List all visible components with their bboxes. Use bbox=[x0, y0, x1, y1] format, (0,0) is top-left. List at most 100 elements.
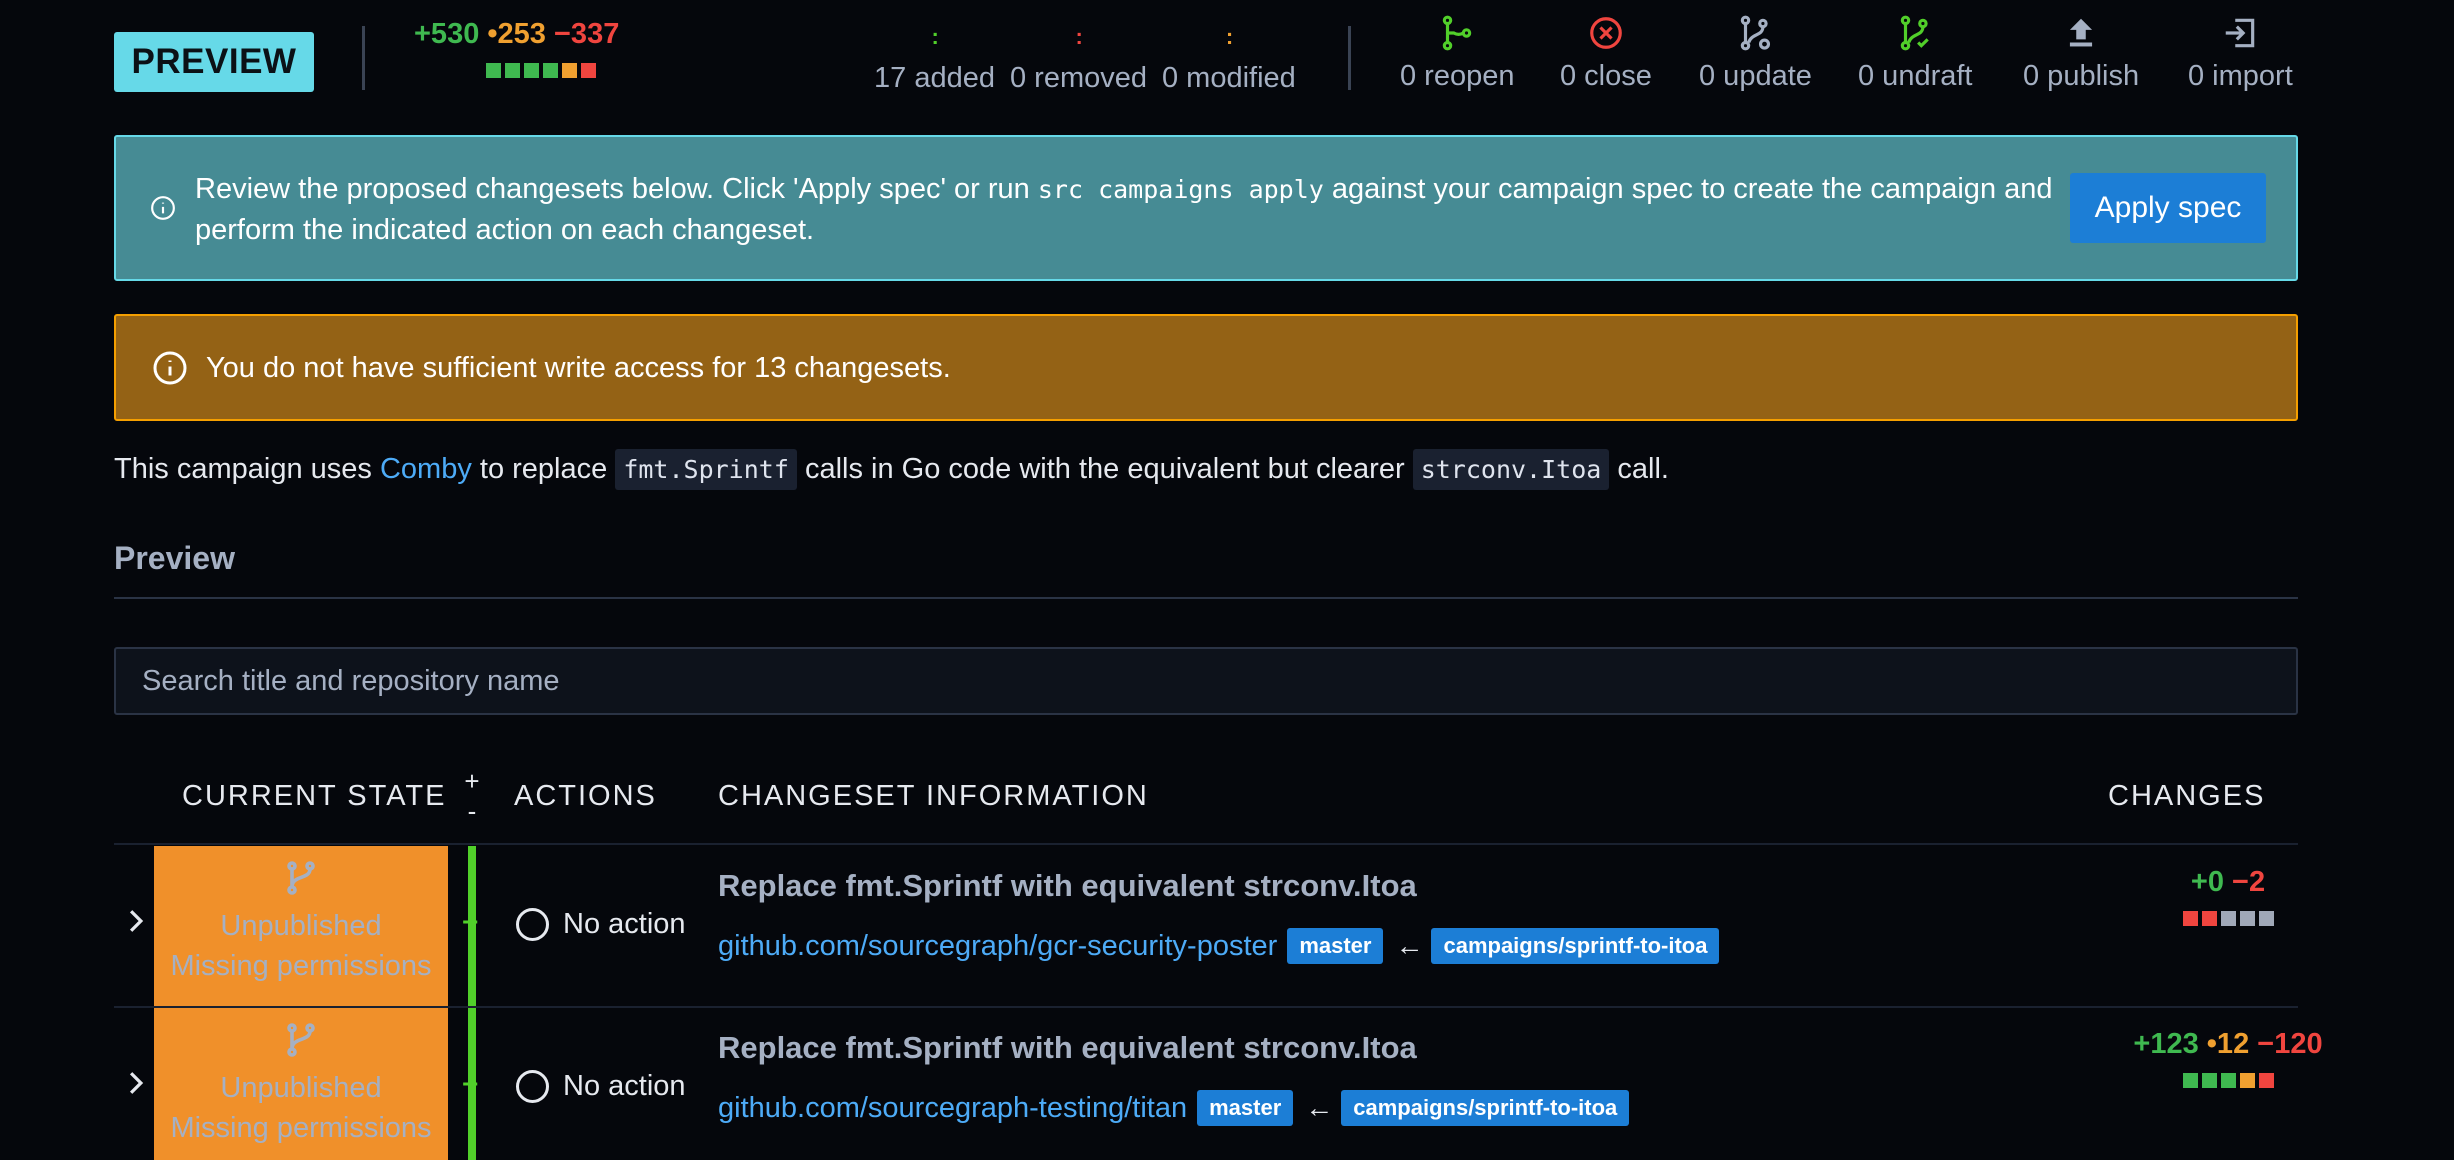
apply-info-alert: Review the proposed changesets below. Cl… bbox=[114, 135, 2298, 281]
repo-link[interactable]: github.com/sourcegraph-testing/titan bbox=[718, 1092, 1187, 1125]
preview-badge: PREVIEW bbox=[114, 32, 314, 92]
modified-count: : 0 modified bbox=[1162, 8, 1296, 95]
state-label: Unpublished bbox=[220, 1072, 382, 1104]
row-deleted: −120 bbox=[2257, 1028, 2323, 1060]
diffstat-square bbox=[2182, 1073, 2198, 1088]
row-changed: •12 bbox=[2206, 1028, 2250, 1060]
diffstat-square bbox=[2220, 1073, 2236, 1088]
description-text: This campaign uses bbox=[114, 453, 380, 485]
state-sublabel: Missing permissions bbox=[170, 950, 432, 982]
row-deleted: −2 bbox=[2232, 866, 2266, 898]
modified-indicator-icon: : bbox=[1225, 24, 1234, 49]
state-badge: Unpublished Missing permissions bbox=[154, 846, 448, 1006]
diffstat-changed: •253 bbox=[487, 18, 546, 50]
row-diffstat: +123 •12 −120 bbox=[2078, 1028, 2378, 1088]
changeset-repo: github.com/sourcegraph/gcr-security-post… bbox=[718, 928, 1720, 964]
undraft-label: 0 undraft bbox=[1858, 60, 1973, 92]
state-badge: Unpublished Missing permissions bbox=[154, 1008, 448, 1160]
row-added: +0 bbox=[2190, 866, 2224, 898]
row-diffstat-squares bbox=[2128, 911, 2328, 926]
row-diffstat: +0 −2 bbox=[2128, 866, 2328, 926]
undraft-stat: 0 undraft bbox=[1858, 14, 1972, 93]
preview-header: PREVIEW +530 •253 −337 : 17 added : 0 re… bbox=[0, 0, 2454, 120]
expand-chevron-icon[interactable] bbox=[126, 908, 146, 942]
close-stat: 0 close bbox=[1560, 14, 1652, 93]
arrow-left-icon: ← bbox=[1305, 1092, 1334, 1123]
delta-plus: + bbox=[462, 1068, 479, 1099]
publish-stat: 0 publish bbox=[2023, 14, 2139, 93]
info-inline-code: src campaigns apply bbox=[1037, 175, 1324, 204]
import-label: 0 import bbox=[2188, 60, 2293, 92]
changeset-repo: github.com/sourcegraph-testing/titan mas… bbox=[718, 1090, 1630, 1126]
base-branch-badge: master bbox=[1287, 928, 1384, 964]
info-icon bbox=[150, 195, 176, 228]
diffstat-squares bbox=[486, 63, 654, 78]
action-label: No action bbox=[563, 908, 686, 940]
diffstat-square bbox=[486, 63, 501, 78]
warning-text: You do not have sufficient write access … bbox=[206, 352, 951, 384]
no-action-circle-icon bbox=[516, 1070, 549, 1103]
comby-link[interactable]: Comby bbox=[380, 453, 472, 485]
upload-icon bbox=[2023, 14, 2139, 60]
permissions-warning-alert: You do not have sufficient write access … bbox=[114, 314, 2298, 421]
modified-label: 0 modified bbox=[1162, 62, 1296, 94]
inline-code-sprintf: fmt.Sprintf bbox=[615, 449, 797, 490]
diffstat-square bbox=[2220, 911, 2236, 926]
added-indicator-icon: : bbox=[931, 24, 939, 49]
git-branch-icon bbox=[154, 860, 448, 906]
apply-spec-button[interactable]: Apply spec bbox=[2070, 173, 2266, 243]
import-icon bbox=[2188, 14, 2293, 60]
delta-plus: + bbox=[462, 906, 479, 937]
diffstat-square bbox=[562, 63, 577, 78]
git-update-icon bbox=[1699, 14, 1812, 60]
changeset-title: Replace fmt.Sprintf with equivalent strc… bbox=[718, 868, 1417, 903]
header-divider bbox=[362, 26, 365, 90]
update-stat: 0 update bbox=[1699, 14, 1812, 93]
row-divider bbox=[114, 843, 2298, 845]
description-text: to replace bbox=[471, 453, 616, 485]
diffstat-square bbox=[2201, 1073, 2217, 1088]
action-label: No action bbox=[563, 1070, 686, 1102]
diffstat-added: +530 bbox=[414, 18, 480, 50]
state-label: Unpublished bbox=[220, 910, 382, 942]
diffstat-square bbox=[2182, 911, 2198, 926]
base-branch-badge: master bbox=[1197, 1090, 1294, 1126]
header-delta: + - bbox=[462, 766, 482, 826]
campaign-description: This campaign uses Comby to replace fmt.… bbox=[114, 449, 1669, 490]
info-text-part: Review the proposed changesets below. Cl… bbox=[195, 173, 1038, 205]
head-branch-badge: campaigns/sprintf-to-itoa bbox=[1341, 1090, 1630, 1126]
header-actions: ACTIONS bbox=[514, 780, 657, 812]
head-branch-badge: campaigns/sprintf-to-itoa bbox=[1431, 928, 1720, 964]
diffstat-square bbox=[543, 63, 558, 78]
diffstat-square bbox=[505, 63, 520, 78]
added-label: 17 added bbox=[874, 62, 995, 94]
header-divider bbox=[1348, 26, 1351, 90]
expand-chevron-icon[interactable] bbox=[126, 1070, 146, 1104]
git-undraft-icon bbox=[1858, 14, 1972, 60]
header-plus: + bbox=[464, 766, 480, 796]
action-cell: No action bbox=[516, 1070, 686, 1103]
description-text: call. bbox=[1609, 453, 1669, 485]
section-title: Preview bbox=[114, 540, 235, 576]
diffstat-square bbox=[2239, 1073, 2255, 1088]
info-icon bbox=[152, 350, 188, 393]
removed-label: 0 removed bbox=[1010, 62, 1148, 94]
total-diffstat: +530 •253 −337 bbox=[414, 18, 654, 78]
info-alert-text: Review the proposed changesets below. Cl… bbox=[195, 169, 2125, 250]
added-count: : 17 added bbox=[874, 8, 995, 95]
table-row: Unpublished Missing permissions + No act… bbox=[114, 1008, 2323, 1160]
publish-label: 0 publish bbox=[2023, 60, 2140, 92]
git-branch-icon bbox=[154, 1022, 448, 1068]
removed-count: : 0 removed bbox=[1010, 8, 1147, 95]
repo-link[interactable]: github.com/sourcegraph/gcr-security-post… bbox=[718, 930, 1277, 963]
row-added: +123 bbox=[2133, 1028, 2199, 1060]
arrow-left-icon: ← bbox=[1395, 930, 1424, 961]
removed-indicator-icon: : bbox=[1075, 24, 1083, 49]
header-changeset-info: CHANGESET INFORMATION bbox=[718, 780, 1149, 812]
header-minus: - bbox=[467, 796, 477, 826]
close-label: 0 close bbox=[1560, 60, 1652, 92]
update-label: 0 update bbox=[1699, 60, 1812, 92]
search-input[interactable] bbox=[114, 647, 2298, 715]
row-diffstat-squares bbox=[2078, 1073, 2378, 1088]
reopen-stat: 0 reopen bbox=[1400, 14, 1515, 93]
